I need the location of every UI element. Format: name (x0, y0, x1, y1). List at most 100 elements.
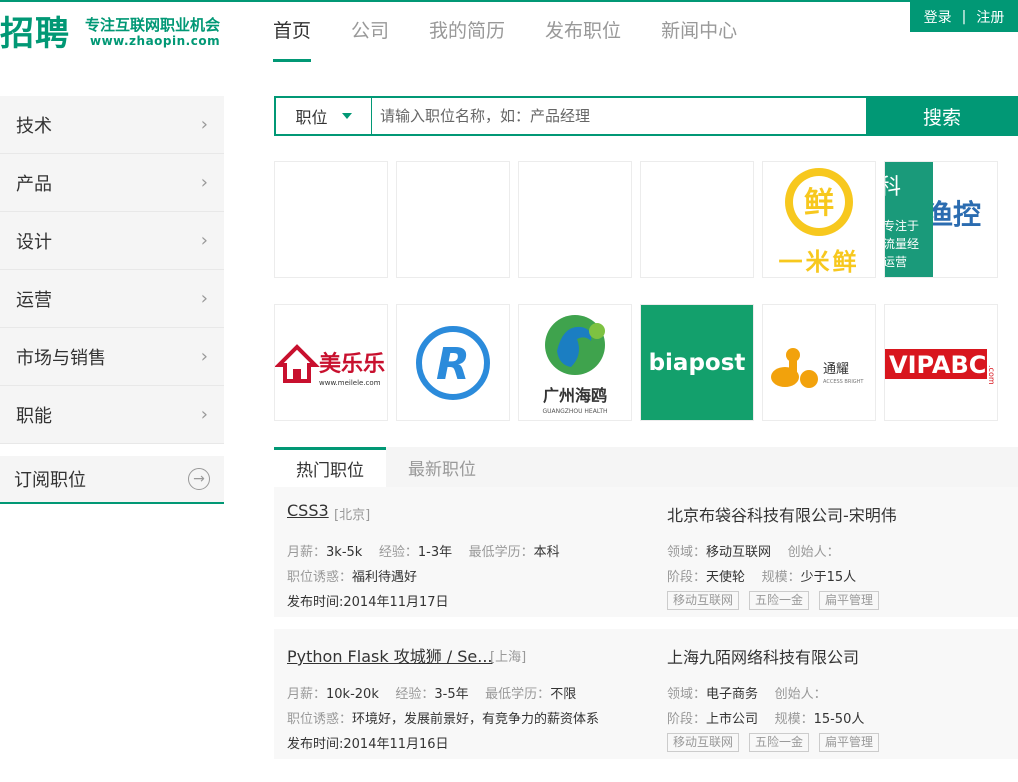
company-logo-pr[interactable]: R (396, 304, 510, 421)
company-logo-yimixian[interactable]: 鲜 一米鲜 (762, 161, 876, 278)
yukong-name: 渔控 (925, 198, 981, 231)
vipabc-com: .com (987, 365, 996, 385)
subscribe-jobs-button[interactable]: 订阅职位 → (0, 456, 224, 504)
sidebar-item-functions[interactable]: 职能 › (0, 386, 224, 444)
company-logo-yukong[interactable]: 渔控 科 专注于 流量经 运营 (884, 161, 998, 278)
nav-news[interactable]: 新闻中心 (661, 2, 737, 62)
job-perks: 职位诱惑：福利待遇好 (287, 566, 417, 585)
experience-value: 1-3年 (417, 545, 453, 560)
field-key: 领域： (667, 687, 707, 702)
job-requirements: 月薪：10k-20k 经验：3-5年 最低学历：不限 (287, 683, 576, 702)
logo-slogan: 专注互联网职业机会 (85, 16, 221, 34)
company-logo-empty[interactable] (274, 161, 388, 278)
company-field: 领域：电子商务 创始人： (667, 683, 827, 702)
company-tags: 移动互联网 五险一金 扁平管理 (667, 591, 889, 610)
vipabc-name: VIPABC (889, 351, 986, 379)
banner-line: 专注于 (885, 218, 919, 233)
job-tabs: 热门职位 最新职位 (274, 447, 1018, 487)
job-city: [北京] (334, 508, 371, 523)
salary-key: 月薪： (287, 545, 327, 560)
header: 招聘 专注互联网职业机会 www.zhaopin.com 首页 公司 我的简历 … (0, 0, 1018, 62)
nav-post-job[interactable]: 发布职位 (545, 2, 621, 62)
education-key: 最低学历： (485, 687, 551, 702)
job-title-link[interactable]: CSS3 (287, 501, 329, 520)
biapost-name: biapost (648, 349, 746, 376)
sidebar-item-label: 运营 (16, 289, 52, 311)
search-input[interactable] (372, 98, 866, 134)
sidebar-item-marketing-sales[interactable]: 市场与销售 › (0, 328, 224, 386)
job-card: CSS3 [北京] 月薪：3k-5k 经验：1-3年 最低学历：本科 职位诱惑：… (274, 487, 1018, 617)
company-name-link[interactable]: 上海九陌网络科技有限公司 (667, 644, 859, 668)
banner-word: 科 (885, 175, 901, 200)
company-logo-biapost[interactable]: biapost (640, 304, 754, 421)
nav-my-resume[interactable]: 我的简历 (429, 2, 505, 62)
tab-hot-jobs[interactable]: 热门职位 (274, 447, 386, 487)
experience-key: 经验： (378, 545, 418, 560)
scale-key: 规模： (761, 570, 801, 585)
company-stage: 阶段：天使轮 规模：少于15人 (667, 566, 856, 585)
sidebar-item-tech[interactable]: 技术 › (0, 96, 224, 154)
education-key: 最低学历： (468, 545, 534, 560)
yimixian-char: 鲜 (804, 186, 834, 221)
search-type-value: 职位 (295, 108, 328, 127)
caret-down-icon (341, 113, 352, 119)
experience-key: 经验： (395, 687, 435, 702)
logo-row: 鲜 一米鲜 渔控 科 专注于 流量经 运营 (274, 161, 1018, 278)
company-tag: 五险一金 (749, 733, 810, 752)
perk-key: 职位诱惑： (287, 712, 353, 727)
register-link[interactable]: 注册 (976, 7, 1004, 27)
sidebar-item-product[interactable]: 产品 › (0, 154, 224, 212)
search-type-select[interactable]: 职位 (276, 98, 372, 134)
sidebar-item-operations[interactable]: 运营 › (0, 270, 224, 328)
arrow-circle-right-icon: → (188, 468, 210, 490)
login-link[interactable]: 登录 (924, 7, 952, 27)
company-tag: 移动互联网 (667, 733, 740, 752)
company-logo-haiou[interactable]: 广州海鸥 GUANGZHOU HEALTH (518, 304, 632, 421)
tongyao-en: ACCESS BRIGHT (823, 379, 864, 385)
banner-line: 运营 (885, 255, 907, 269)
chevron-right-icon: › (200, 230, 208, 251)
tab-latest-jobs[interactable]: 最新职位 (386, 447, 498, 487)
founder-key: 创始人： (787, 545, 840, 560)
experience-value: 3-5年 (434, 687, 469, 702)
haiou-name: 广州海鸥 (543, 386, 607, 405)
company-logo-empty[interactable] (396, 161, 510, 278)
job-list: CSS3 [北京] 月薪：3k-5k 经验：1-3年 最低学历：本科 职位诱惑：… (274, 487, 1018, 771)
nav-company[interactable]: 公司 (351, 2, 389, 62)
haiou-logo-icon: 广州海鸥 GUANGZHOU HEALTH (542, 315, 608, 415)
yimixian-name: 一米鲜 (779, 248, 860, 276)
scale-value: 少于15人 (800, 570, 857, 585)
company-logo-empty[interactable] (640, 161, 754, 278)
education-value: 本科 (533, 545, 560, 560)
yukong-banner-icon: 渔控 科 专注于 流量经 运营 (885, 162, 981, 277)
chevron-right-icon: › (200, 172, 208, 193)
auth-separator: | (961, 9, 967, 25)
search-button[interactable]: 搜索 (866, 96, 1018, 136)
sidebar-item-label: 技术 (16, 115, 52, 137)
company-logo-meilele[interactable]: 美乐乐 www.meilele.com (274, 304, 388, 421)
nav-home[interactable]: 首页 (273, 2, 312, 62)
company-logo-tongyao[interactable]: 通耀 ACCESS BRIGHT (762, 304, 876, 421)
chevron-right-icon: › (200, 288, 208, 309)
sidebar-item-design[interactable]: 设计 › (0, 212, 224, 270)
chevron-right-icon: › (200, 404, 208, 425)
banner-line: 流量经 (885, 237, 919, 251)
stage-value: 天使轮 (706, 570, 746, 585)
education-value: 不限 (550, 687, 577, 702)
meilele-name: 美乐乐 (319, 351, 385, 377)
company-logo-vipabc[interactable]: VIPABC .com (884, 304, 998, 421)
founder-key: 创始人： (774, 687, 827, 702)
company-tag: 移动互联网 (667, 591, 740, 610)
field-value: 电子商务 (706, 687, 759, 702)
field-value: 移动互联网 (706, 545, 772, 560)
company-name-link[interactable]: 北京布袋谷科技有限公司-宋明伟 (667, 502, 897, 526)
company-tag: 扁平管理 (819, 733, 880, 752)
job-title-link[interactable]: Python Flask 攻城狮 / Se... (287, 643, 493, 667)
sidebar-item-label: 市场与销售 (16, 347, 106, 369)
salary-value: 10k-20k (326, 687, 379, 702)
scale-key: 规模： (774, 712, 814, 727)
company-logo-empty[interactable] (518, 161, 632, 278)
stage-value: 上市公司 (706, 712, 759, 727)
vipabc-logo-icon: VIPABC .com (885, 349, 996, 385)
salary-key: 月薪： (287, 687, 327, 702)
